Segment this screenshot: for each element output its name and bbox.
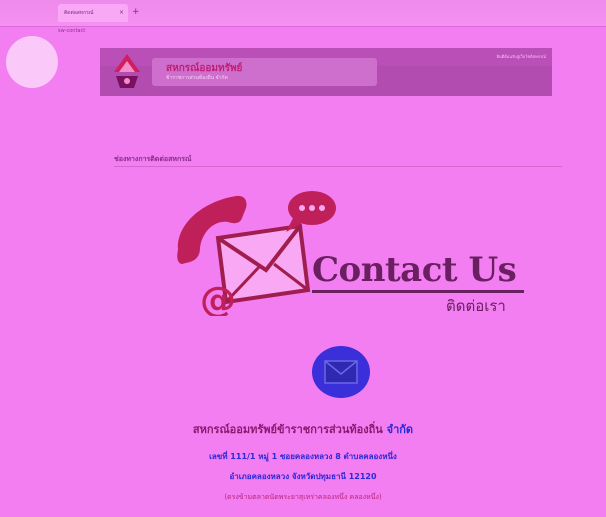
- banner-name-box[interactable]: สหกรณ์ออมทรัพย์ ข้าราชการส่วนท้องถิ่น จำ…: [152, 58, 377, 86]
- contact-underline: [312, 290, 524, 293]
- contact-title: Contact Us: [312, 250, 517, 290]
- at-sign-icon: @: [200, 280, 236, 316]
- decorative-blob: [6, 36, 58, 88]
- org-name-main: สหกรณ์ออมทรัพย์ข้าราชการส่วนท้องถิ่น: [192, 423, 383, 436]
- address-line-1: เลขที่ 111/1 หมู่ 1 ซอยคลองหลวง 8 ตำบลคล…: [209, 452, 397, 461]
- address-line-2: อำเภอคลองหลวง จังหวัดปทุมธานี 12120: [229, 472, 377, 481]
- address-note: (ตรงข้ามตลาดนัดพระยาสุเหร่าคลองหนึ่ง คลอ…: [224, 493, 382, 501]
- banner-org-sub: ข้าราชการส่วนท้องถิ่น จำกัด: [166, 75, 228, 81]
- browser-tab[interactable]: ติดต่อสหกรณ์ ×: [58, 4, 128, 22]
- chat-bubble-icon: [286, 191, 336, 232]
- new-tab-icon[interactable]: +: [132, 6, 140, 18]
- header-banner: ยินดีต้อนรับสู่เว็บไซต์สหกรณ์ สหกรณ์ออมท…: [100, 48, 552, 96]
- url-bar[interactable]: sw-contact: [58, 28, 85, 34]
- banner-welcome-text: ยินดีต้อนรับสู่เว็บไซต์สหกรณ์: [496, 54, 546, 59]
- contact-subtitle: ติดต่อเรา: [446, 297, 506, 315]
- browser-tabbar: ติดต่อสหกรณ์ × +: [0, 0, 606, 27]
- section-title: ช่องทางการติดต่อสหกรณ์: [114, 155, 192, 163]
- org-name-suffix: จำกัด: [386, 423, 414, 436]
- close-icon[interactable]: ×: [119, 4, 124, 22]
- org-name: สหกรณ์ออมทรัพย์ข้าราชการส่วนท้องถิ่น จำก…: [0, 420, 606, 438]
- section-divider: [114, 166, 562, 167]
- tab-title: ติดต่อสหกรณ์: [64, 10, 94, 16]
- mail-icon: [324, 360, 358, 384]
- cooperative-logo-icon: [114, 54, 140, 88]
- email-button[interactable]: [312, 346, 370, 398]
